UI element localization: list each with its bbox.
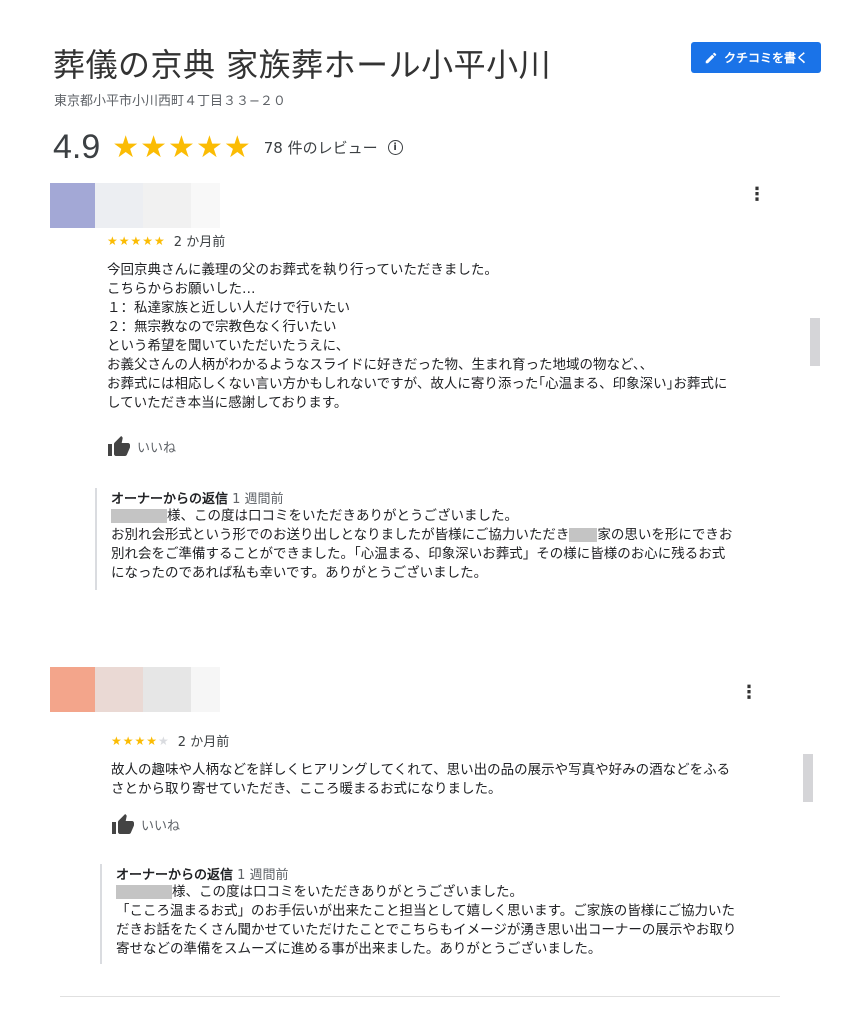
review-text: 今回京典さんに義理の父のお葬式を執り行っていただきました。 こちらからお願いした… bbox=[107, 262, 728, 411]
like-button[interactable]: いいね bbox=[107, 435, 176, 457]
like-label: いいね bbox=[141, 818, 181, 834]
review-stars: ★★★★★ bbox=[107, 233, 166, 248]
review-meta: ★★★★★ 2 か月前 bbox=[111, 731, 230, 751]
pencil-icon bbox=[705, 52, 717, 63]
divider bbox=[60, 996, 780, 997]
review-meta: ★★★★★ 2 か月前 bbox=[107, 231, 226, 251]
owner-reply-time: 1 週間前 bbox=[232, 492, 284, 507]
owner-reply-header: オーナーからの返信 1 週間前 bbox=[111, 488, 795, 507]
scrollbar-thumb[interactable] bbox=[810, 318, 820, 366]
owner-reply-header: オーナーからの返信 1 週間前 bbox=[116, 864, 800, 883]
owner-reply-text: 様、この度は口コミをいただきありがとうございました。 「こころ温まるお式」のお手… bbox=[116, 884, 737, 957]
rating-summary: 4.9 ★★★★★ 78 件のレビュー i bbox=[53, 128, 403, 167]
info-icon[interactable]: i bbox=[387, 140, 403, 155]
write-review-label: クチコミを書く bbox=[723, 51, 808, 65]
reviewer-avatar[interactable] bbox=[50, 667, 220, 712]
average-rating: 4.9 bbox=[53, 128, 101, 166]
more-options-icon[interactable]: ⋮ bbox=[740, 684, 758, 702]
owner-reply: オーナーからの返信 1 週間前 様、この度は口コミをいただきありがとうございまし… bbox=[95, 488, 795, 590]
thumbs-up-icon bbox=[112, 814, 134, 834]
like-label: いいね bbox=[137, 440, 177, 456]
write-review-button[interactable]: クチコミを書く bbox=[691, 42, 821, 73]
place-title: 葬儀の京典 家族葬ホール小平小川 bbox=[53, 46, 552, 84]
owner-reply-text: 様、この度は口コミをいただきありがとうございました。 お別れ会形式という形でのお… bbox=[111, 508, 733, 581]
owner-reply-label: オーナーからの返信 bbox=[116, 868, 234, 883]
redacted-name bbox=[569, 528, 598, 542]
like-button[interactable]: いいね bbox=[111, 813, 180, 835]
review-count[interactable]: 78 件のレビュー bbox=[264, 137, 378, 158]
more-options-icon[interactable]: ⋮ bbox=[748, 186, 766, 204]
place-address: 東京都小平市小川西町４丁目３３−２０ bbox=[54, 94, 286, 109]
rating-stars: ★★★★★ bbox=[112, 130, 252, 165]
owner-reply: オーナーからの返信 1 週間前 様、この度は口コミをいただきありがとうございまし… bbox=[100, 864, 800, 964]
reviewer-avatar[interactable] bbox=[50, 183, 220, 228]
thumbs-up-icon bbox=[108, 436, 130, 456]
review-time: 2 か月前 bbox=[177, 735, 230, 750]
scrollbar-thumb[interactable] bbox=[803, 754, 813, 802]
review-text: 故人の趣味や人柄などを詳しくヒアリングしてくれて、思い出の品の展示や写真や好みの… bbox=[111, 762, 731, 797]
redacted-name bbox=[111, 509, 167, 523]
redacted-name bbox=[116, 885, 172, 899]
owner-reply-label: オーナーからの返信 bbox=[111, 492, 229, 507]
review-time: 2 か月前 bbox=[173, 235, 226, 250]
review-stars: ★★★★★ bbox=[111, 733, 170, 748]
owner-reply-time: 1 週間前 bbox=[237, 868, 289, 883]
